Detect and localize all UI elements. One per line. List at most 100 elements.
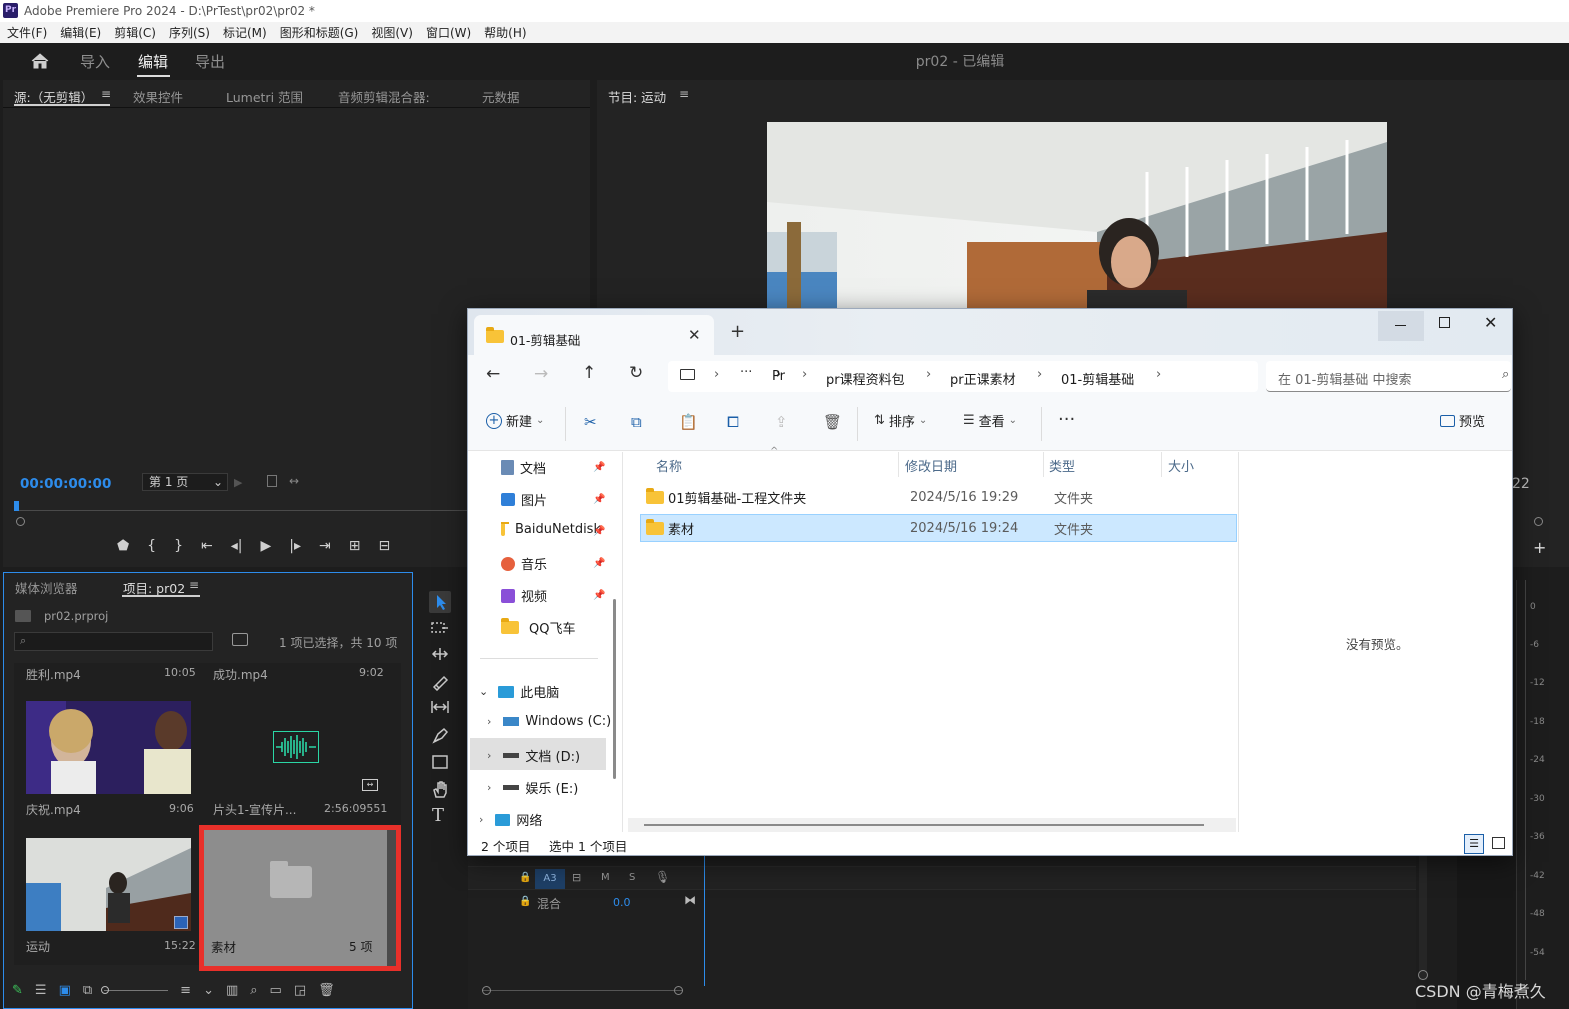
breadcrumb-pr[interactable]: Pr <box>772 369 785 384</box>
microphone-icon[interactable]: 🎙 <box>655 870 670 884</box>
freeform-view-icon[interactable]: ⧉ <box>83 983 92 998</box>
ripple-edit-tool-icon[interactable] <box>430 646 450 662</box>
page-select[interactable]: 第 1 页 ⌄ <box>142 473 228 491</box>
menu-clip[interactable]: 剪辑(C) <box>114 24 156 41</box>
tab-effect-controls[interactable]: 效果控件 <box>133 87 183 106</box>
sidebar-item-network[interactable]: › 网络 <box>479 810 542 829</box>
step-back-icon[interactable]: ◂| <box>231 538 243 554</box>
tab-lumetri[interactable]: Lumetri 范围 <box>226 87 303 106</box>
zoom-slider[interactable] <box>101 985 169 994</box>
voiceover-icon[interactable]: ⊟ <box>572 871 581 884</box>
pin-icon[interactable]: 📌 <box>593 558 605 569</box>
sidebar-item-pictures[interactable]: 图片 <box>501 490 547 509</box>
type-tool-icon[interactable]: T <box>432 805 444 826</box>
cut-icon[interactable]: ✂ <box>584 413 597 431</box>
mix-value[interactable]: 0.0 <box>613 896 631 909</box>
playhead[interactable] <box>14 501 19 511</box>
share-icon[interactable]: ⇪ <box>775 413 788 431</box>
pin-icon[interactable]: 📌 <box>593 462 605 473</box>
panel-menu-icon[interactable]: ≡ <box>101 87 111 101</box>
sort-button[interactable]: ⇅ 排序 ⌄ <box>874 411 927 430</box>
insert-icon[interactable]: ⊞ <box>349 538 361 554</box>
file-row[interactable]: 01剪辑基础-工程文件夹 2024/5/16 19:29 文件夹 <box>640 483 1237 511</box>
icon-view-icon[interactable]: ▣ <box>59 983 71 998</box>
pen-tool-icon[interactable] <box>430 726 450 744</box>
sidebar-item-music[interactable]: 音乐 <box>501 554 547 573</box>
project-search-input[interactable]: ⌕ <box>14 632 213 651</box>
horizontal-scrollbar[interactable] <box>628 818 1236 832</box>
solo-button[interactable]: S <box>629 872 635 883</box>
rectangle-tool-icon[interactable] <box>430 754 450 770</box>
sidebar-item-drive-c[interactable]: › Windows (C:) <box>487 714 611 729</box>
selection-tool-icon[interactable] <box>429 591 451 613</box>
details-view-icon[interactable]: ☰ <box>1464 834 1484 854</box>
view-button[interactable]: ☰ 查看 ⌄ <box>963 411 1017 430</box>
add-button-icon[interactable]: + <box>1533 538 1546 557</box>
close-window-button[interactable]: ✕ <box>1484 313 1497 332</box>
step-forward-icon[interactable]: |▸ <box>289 538 301 554</box>
sort-icon[interactable]: ≡ <box>180 983 191 998</box>
paste-icon[interactable]: 📋 <box>679 413 698 431</box>
pin-icon[interactable]: 📌 <box>593 590 605 601</box>
up-icon[interactable]: ↑ <box>582 363 596 383</box>
menu-sequence[interactable]: 序列(S) <box>169 24 210 41</box>
menu-file[interactable]: 文件(F) <box>7 24 47 41</box>
tab-audio-mixer[interactable]: 音频剪辑混合器: <box>338 87 430 106</box>
sidebar-item-drive-d[interactable]: › 文档 (D:) <box>487 746 580 765</box>
program-title[interactable]: 节目: 运动 <box>608 87 666 106</box>
column-date[interactable]: 修改日期 <box>905 456 957 475</box>
breadcrumb-current[interactable]: 01-剪辑基础 <box>1061 369 1134 388</box>
new-bin-icon[interactable]: ▭ <box>270 983 282 998</box>
sidebar-scrollbar[interactable] <box>613 599 616 779</box>
sidebar-item-documents[interactable]: 文档 <box>501 458 546 477</box>
breadcrumb-course-pack[interactable]: pr课程资料包 <box>826 369 905 388</box>
delete-icon[interactable]: 🗑 <box>823 413 842 431</box>
tab-edit[interactable]: 编辑 <box>138 51 168 72</box>
sidebar-item-videos[interactable]: 视频 <box>501 586 547 605</box>
clip-thumbnail-celebrate[interactable] <box>26 701 191 794</box>
breadcrumb-course-material[interactable]: pr正课素材 <box>950 369 1016 388</box>
pin-icon[interactable]: 📌 <box>593 526 605 537</box>
go-to-in-icon[interactable]: ⇤ <box>201 538 213 554</box>
new-tab-icon[interactable]: + <box>730 321 745 342</box>
menu-graphics[interactable]: 图形和标题(G) <box>280 24 359 41</box>
menu-view[interactable]: 视图(V) <box>371 24 413 41</box>
menu-help[interactable]: 帮助(H) <box>484 24 526 41</box>
more-locations-icon[interactable]: ··· <box>740 365 752 380</box>
menu-window[interactable]: 窗口(W) <box>426 24 471 41</box>
menu-edit[interactable]: 编辑(E) <box>60 24 101 41</box>
forward-icon[interactable]: → <box>534 364 548 384</box>
overwrite-icon[interactable]: ⊟ <box>379 538 391 554</box>
panel-menu-icon[interactable]: ≡ <box>679 87 689 101</box>
sidebar-item-this-pc[interactable]: ⌄ 此电脑 <box>479 682 559 701</box>
add-marker-icon[interactable]: ⬟ <box>117 538 129 554</box>
tab-import[interactable]: 导入 <box>80 51 110 72</box>
column-type[interactable]: 类型 <box>1049 456 1075 475</box>
search-input[interactable]: 在 01-剪辑基础 中搜索 ⌕ <box>1266 361 1511 392</box>
lock-icon[interactable]: 🔒 <box>519 896 531 907</box>
tab-metadata[interactable]: 元数据 <box>482 87 520 106</box>
razor-tool-icon[interactable] <box>430 673 450 691</box>
tab-export[interactable]: 导出 <box>195 51 225 72</box>
fit-icon[interactable]: ↔ <box>289 474 299 488</box>
new-bin-from-search-icon[interactable] <box>232 633 248 646</box>
zoom-handle-icon[interactable] <box>1534 517 1543 526</box>
more-options-icon[interactable]: ··· <box>1058 409 1075 430</box>
panel-menu-icon[interactable]: ≡ <box>189 578 199 592</box>
new-button[interactable]: + 新建 ⌄ <box>486 411 544 430</box>
source-timecode[interactable]: 00:00:00:00 <box>20 476 111 492</box>
settings-box-icon[interactable] <box>267 475 277 487</box>
hand-tool-icon[interactable] <box>430 779 450 799</box>
rename-icon[interactable]: ⧠ <box>727 413 739 431</box>
mark-in-icon[interactable]: { <box>147 538 156 554</box>
list-view-icon[interactable]: ☰ <box>35 983 47 998</box>
new-item-icon[interactable]: ◲ <box>294 983 306 998</box>
back-icon[interactable]: ← <box>486 364 500 384</box>
go-to-end-icon[interactable]: ⧓ <box>684 893 696 907</box>
track-label[interactable]: A3 <box>535 869 565 889</box>
timeline-scrollbar[interactable] <box>482 990 682 991</box>
bin-item-material[interactable]: 素材 5 项 <box>199 825 401 971</box>
sequence-thumbnail-sport[interactable] <box>26 838 191 931</box>
explorer-tab[interactable]: 01-剪辑基础 ✕ <box>474 315 714 355</box>
play-icon[interactable]: ▶ <box>261 538 272 554</box>
